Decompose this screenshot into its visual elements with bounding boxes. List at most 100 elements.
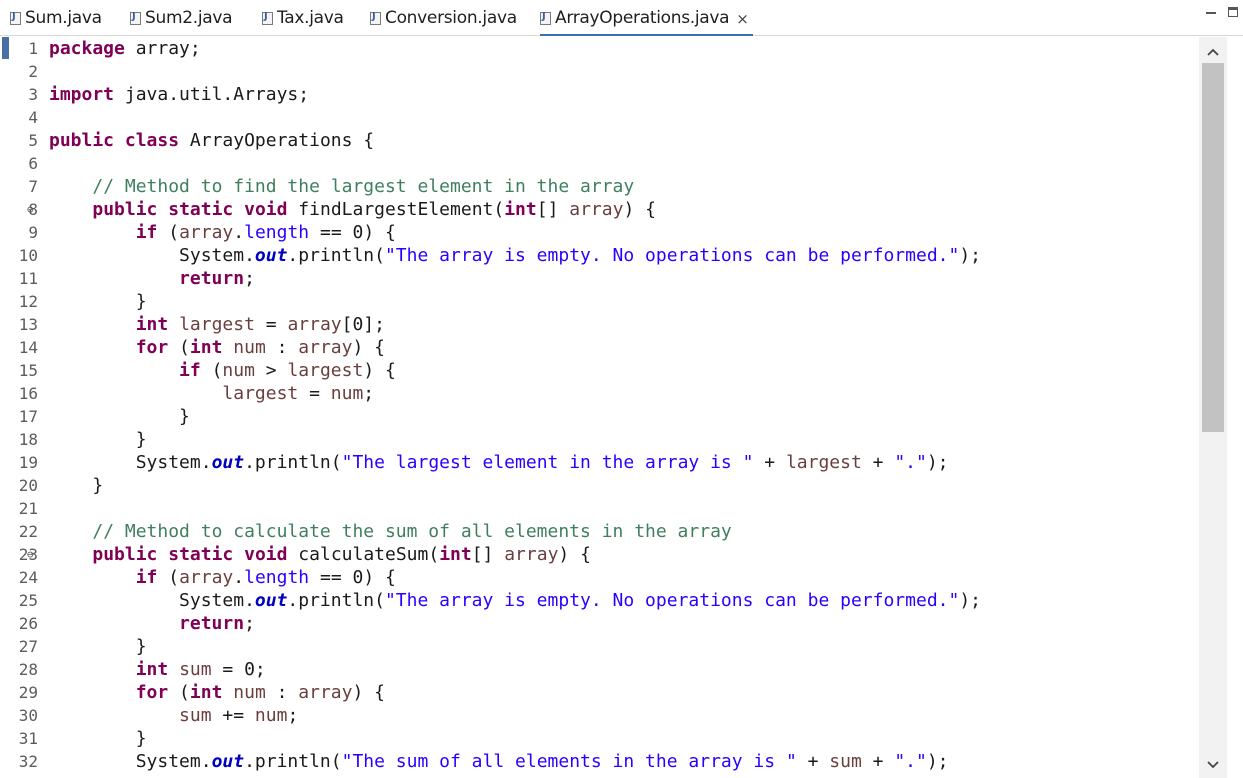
code-token: ) { bbox=[623, 199, 656, 220]
code-token: "." bbox=[894, 452, 927, 473]
code-token: + bbox=[861, 452, 895, 473]
code-token: findLargestElement( bbox=[287, 199, 505, 220]
line-number: 8 bbox=[28, 200, 38, 219]
code-token: ) { bbox=[352, 682, 385, 703]
line-number: 26 bbox=[18, 614, 38, 633]
chevron-down-icon[interactable] bbox=[1199, 754, 1227, 778]
code-token: ( bbox=[168, 682, 190, 703]
editor-tab-bar: Sum.java Sum2.java Tax.java Conversion.j… bbox=[0, 0, 1243, 36]
line-number: 2 bbox=[28, 62, 38, 81]
tab-conversion-java[interactable]: Conversion.java bbox=[370, 8, 517, 36]
tab-label: Conversion.java bbox=[385, 8, 517, 28]
line-number: 23 bbox=[18, 545, 38, 564]
line-number: 14 bbox=[18, 338, 38, 357]
close-icon[interactable]: × bbox=[736, 8, 749, 30]
tab-label: ArrayOperations.java bbox=[555, 8, 730, 28]
code-line[interactable]: 23 ⊖ public static void calculateSum(int[… bbox=[0, 543, 591, 566]
line-number: 28 bbox=[18, 660, 38, 679]
code-token: int bbox=[135, 314, 169, 335]
line-number: 27 bbox=[18, 637, 38, 656]
code-token: if bbox=[179, 360, 201, 381]
line-number: 1 bbox=[28, 39, 38, 58]
code-text: System.out.println("The array is empty. … bbox=[49, 244, 981, 267]
code-token: System. bbox=[49, 751, 212, 772]
line-number: 22 bbox=[18, 522, 38, 541]
tab-tax-java[interactable]: Tax.java bbox=[262, 8, 344, 36]
code-line[interactable]: 8 ⊖ public static void findLargestElement… bbox=[0, 198, 656, 221]
tab-label: Tax.java bbox=[277, 8, 344, 28]
code-token: . bbox=[233, 567, 245, 588]
code-text: largest = num; bbox=[49, 382, 374, 405]
code-token: .println( bbox=[287, 245, 385, 266]
tab-arrayoperations-java[interactable]: ArrayOperations.java × bbox=[540, 8, 753, 36]
code-token: .println( bbox=[244, 452, 342, 473]
code-token: if bbox=[135, 222, 158, 243]
code-token: "The sum of all elements in the array is… bbox=[341, 751, 797, 772]
code-token: ); bbox=[959, 590, 982, 611]
code-token: } bbox=[49, 429, 147, 450]
code-token: == 0) { bbox=[309, 222, 396, 243]
line-number: 3 bbox=[28, 85, 38, 104]
code-token: ) { bbox=[558, 544, 591, 565]
code-token: void bbox=[244, 544, 288, 565]
code-token: calculateSum( bbox=[287, 544, 440, 565]
code-token: static bbox=[168, 544, 234, 565]
java-file-icon bbox=[540, 11, 551, 25]
code-token: array bbox=[179, 222, 234, 243]
code-token: sum bbox=[179, 659, 212, 680]
code-token: } bbox=[49, 291, 147, 312]
code-text: for (int num : array) { bbox=[49, 681, 385, 704]
code-token: [] bbox=[471, 544, 505, 565]
chevron-up-icon[interactable] bbox=[1199, 41, 1227, 65]
code-text: sum += num; bbox=[49, 704, 298, 727]
code-text: import java.util.Arrays; bbox=[49, 83, 309, 106]
minimize-button[interactable] bbox=[1206, 7, 1216, 14]
scroll-thumb[interactable] bbox=[1202, 63, 1224, 432]
fold-collapse-icon[interactable]: ⊖ bbox=[27, 203, 34, 216]
java-file-icon bbox=[262, 11, 273, 25]
code-token: largest bbox=[222, 383, 299, 404]
code-token: System. bbox=[49, 590, 255, 611]
tab-sum-java[interactable]: Sum.java bbox=[10, 8, 102, 36]
code-text: public static void findLargestElement(in… bbox=[49, 198, 656, 221]
code-text: public static void calculateSum(int[] ar… bbox=[49, 543, 591, 566]
code-text: // Method to calculate the sum of all el… bbox=[49, 520, 731, 543]
code-token: } bbox=[49, 728, 147, 749]
code-token: for bbox=[135, 337, 169, 358]
line-number: 6 bbox=[28, 154, 38, 173]
code-token: } bbox=[49, 475, 104, 496]
line-number: 15 bbox=[18, 361, 38, 380]
code-token: ; bbox=[363, 383, 375, 404]
tab-sum2-java[interactable]: Sum2.java bbox=[130, 8, 233, 36]
code-token: class bbox=[124, 130, 180, 151]
code-token: largest bbox=[287, 360, 364, 381]
code-token: out bbox=[254, 245, 288, 266]
code-token: return bbox=[179, 268, 245, 289]
code-text: int largest = array[0]; bbox=[49, 313, 385, 336]
code-token: num bbox=[233, 337, 266, 358]
vertical-scrollbar[interactable] bbox=[1199, 37, 1227, 778]
code-token: ; bbox=[287, 705, 299, 726]
code-token: length bbox=[244, 222, 310, 243]
code-token: ( bbox=[168, 337, 190, 358]
code-text: System.out.println("The sum of all eleme… bbox=[49, 750, 949, 773]
fold-collapse-icon[interactable]: ⊖ bbox=[27, 548, 34, 561]
maximize-button[interactable] bbox=[1228, 7, 1238, 17]
code-text: System.out.println("The largest element … bbox=[49, 451, 949, 474]
code-token: + bbox=[861, 751, 895, 772]
code-token: out bbox=[254, 590, 288, 611]
code-editor[interactable]: 1 package array; 2 3 import java.util.Arrays… bbox=[0, 37, 1243, 778]
code-token: // Method to find the largest element in… bbox=[92, 176, 635, 197]
code-token: ( bbox=[157, 567, 180, 588]
